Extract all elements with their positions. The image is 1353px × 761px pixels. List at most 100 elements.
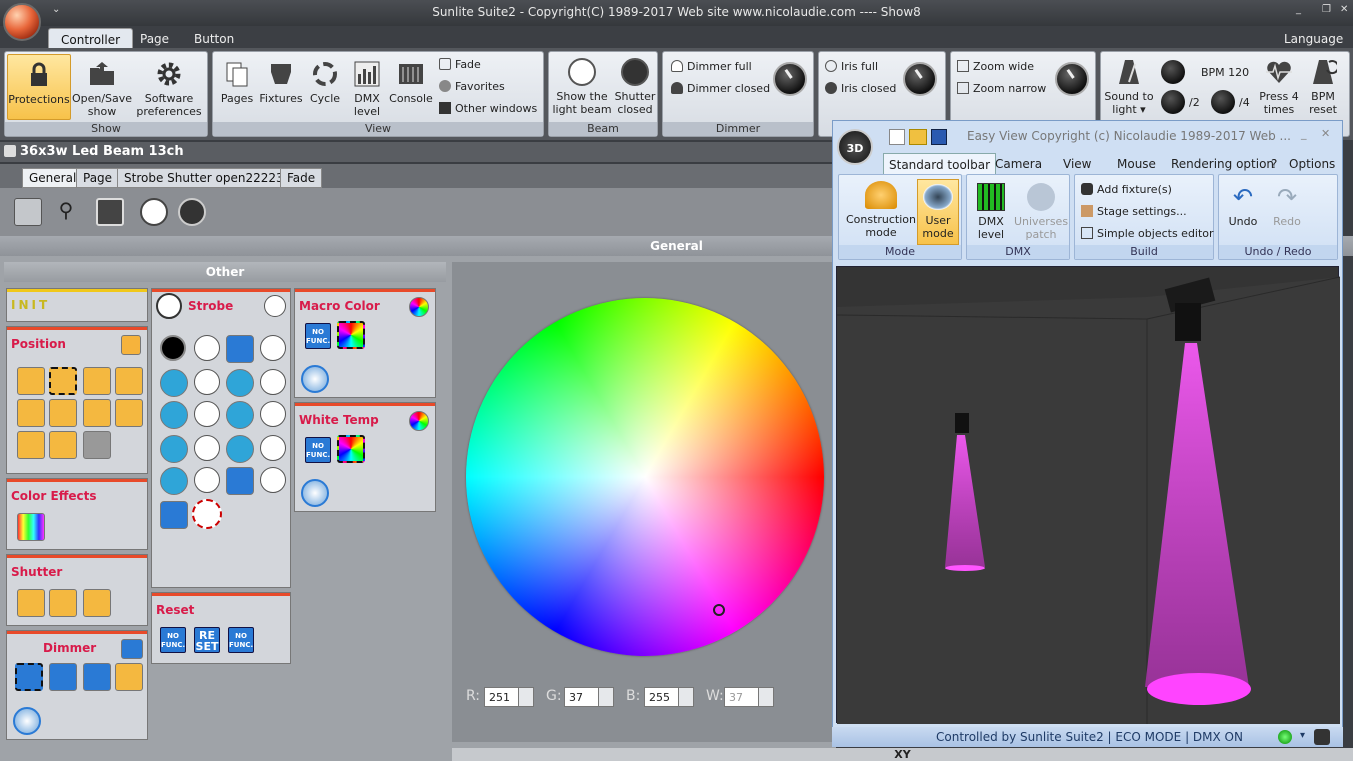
strobe-selected-open-button[interactable]: [192, 499, 222, 529]
subtab-page[interactable]: Page: [76, 168, 120, 188]
spiral-movement-button[interactable]: [17, 399, 45, 427]
open-folder-icon[interactable]: [909, 129, 927, 145]
macro-color-dial[interactable]: [301, 365, 329, 393]
strobe-lightning-button-3[interactable]: [160, 501, 188, 529]
ev-tab-rendering[interactable]: Rendering option: [1171, 157, 1274, 171]
strobe-open-button-10[interactable]: [260, 467, 286, 493]
layout-icon[interactable]: [96, 198, 124, 226]
b-spinner[interactable]: [678, 687, 694, 707]
white-temp-color-icon[interactable]: [409, 411, 429, 431]
ev-close-icon[interactable]: ✕: [1321, 127, 1330, 140]
strobe-cycle-button-3[interactable]: [160, 401, 188, 429]
strobe-open-button-8[interactable]: [260, 435, 286, 461]
redo-button[interactable]: ↷ Redo: [1267, 183, 1307, 228]
status-arrow-icon[interactable]: ▾: [1300, 730, 1305, 741]
home-movement-button[interactable]: [49, 367, 77, 395]
3d-viewport[interactable]: [836, 266, 1341, 724]
iris-full-button[interactable]: Iris full: [825, 60, 878, 73]
restore-icon[interactable]: ❐: [1322, 4, 1331, 15]
bpm-reset-button[interactable]: BPM reset: [1301, 58, 1345, 116]
strobe-open-button-1[interactable]: [194, 335, 220, 361]
software-preferences-button[interactable]: Software preferences ▾: [133, 60, 205, 131]
position-pad-icon[interactable]: [121, 335, 141, 355]
screen-icon[interactable]: [14, 198, 42, 226]
user-mode-button[interactable]: User mode: [917, 179, 959, 245]
init-title[interactable]: INIT: [11, 298, 50, 312]
strobe-cycle-button-5[interactable]: [160, 435, 188, 463]
easy-view-orb[interactable]: 3D: [837, 129, 873, 165]
undo-button[interactable]: ↶ Undo: [1223, 183, 1263, 228]
quick-access-icon[interactable]: ⌄: [52, 4, 60, 15]
strobe-cycle-button-1[interactable]: [160, 369, 188, 397]
dimmer-full-button[interactable]: Dimmer full: [671, 60, 752, 73]
tab-controller[interactable]: Controller: [48, 28, 134, 48]
color-wheel-cursor[interactable]: [713, 604, 725, 616]
construction-mode-button[interactable]: Construction mode: [843, 181, 919, 239]
app-orb-button[interactable]: [3, 3, 41, 41]
language-menu[interactable]: Language ▾: [1272, 28, 1353, 60]
color-wheel[interactable]: [466, 298, 824, 656]
strobe-cycle-button-6[interactable]: [226, 435, 254, 463]
eight-movement-button[interactable]: [49, 399, 77, 427]
subtab-general[interactable]: General: [22, 168, 84, 188]
strobe-open-button-6[interactable]: [260, 401, 286, 427]
dimmer-preset-4[interactable]: [115, 663, 143, 691]
dimmer-light-icon[interactable]: [121, 639, 143, 659]
reset-nofunc-button-1[interactable]: NO FUNC.: [160, 627, 186, 653]
color-icon[interactable]: [409, 297, 429, 317]
macro-color-button[interactable]: [337, 321, 365, 349]
strobe-open-button-9[interactable]: [194, 467, 220, 493]
simple-objects-button[interactable]: Simple objects editor: [1081, 227, 1214, 240]
status-fixture-icon[interactable]: [1314, 729, 1330, 745]
cycle-button[interactable]: Cycle: [305, 60, 345, 105]
rainbow-effect-button[interactable]: [17, 513, 45, 541]
ev-dmx-level-button[interactable]: DMX level: [969, 183, 1013, 241]
ev-tab-mouse[interactable]: Mouse: [1117, 157, 1156, 171]
strobe-cycle-button-2[interactable]: [226, 369, 254, 397]
ev-tab-options[interactable]: Options: [1289, 157, 1335, 171]
reset-nofunc-button-2[interactable]: NO FUNC.: [228, 627, 254, 653]
strobe-open-button-3[interactable]: [194, 369, 220, 395]
strobe-open-button-5[interactable]: [194, 401, 220, 427]
ev-tab-camera[interactable]: Camera: [995, 157, 1042, 171]
stage-settings-button[interactable]: Stage settings...: [1081, 205, 1187, 218]
reset-button[interactable]: RE SET: [194, 627, 220, 653]
rings-movement-button[interactable]: [83, 367, 111, 395]
black-circle-button[interactable]: [178, 198, 206, 226]
white-circle-button[interactable]: [140, 198, 168, 226]
show-light-beam-button[interactable]: Show the light beam: [551, 58, 613, 116]
sound-to-light-button[interactable]: Sound to light ▾: [1103, 58, 1155, 116]
ev-tab-view[interactable]: View: [1063, 157, 1091, 171]
bpm-div2-button[interactable]: [1161, 90, 1185, 114]
strobe-lightning-button-2[interactable]: [226, 467, 254, 495]
iris-closed-button[interactable]: Iris closed: [825, 82, 896, 95]
double-horizontal-button[interactable]: [115, 399, 143, 427]
strobe-white-toggle[interactable]: [264, 295, 286, 317]
universes-patch-button[interactable]: Universes patch: [1013, 183, 1069, 241]
open-save-show-button[interactable]: Open/Save show: [71, 60, 133, 118]
dimmer-preset-2[interactable]: [49, 663, 77, 691]
strobe-open-button-2[interactable]: [260, 335, 286, 361]
wave-movement-button[interactable]: [115, 367, 143, 395]
strobe-open-button-7[interactable]: [194, 435, 220, 461]
dmx-level-button[interactable]: DMX level: [347, 60, 387, 118]
protections-button[interactable]: Protections: [7, 54, 71, 120]
zoom-knob[interactable]: [1055, 62, 1089, 96]
dimmer-dial[interactable]: [13, 707, 41, 735]
w-spinner[interactable]: [758, 687, 774, 707]
strobe-lightning-button-1[interactable]: [226, 335, 254, 363]
iris-knob[interactable]: [903, 62, 937, 96]
shutter-preset-2[interactable]: [49, 589, 77, 617]
add-fixture-button[interactable]: Add fixture(s): [1081, 183, 1172, 196]
subtab-strobe-shutter[interactable]: Strobe Shutter open222232: [117, 168, 299, 188]
save-icon[interactable]: [931, 129, 947, 145]
shutter-preset-1[interactable]: [17, 589, 45, 617]
ev-minimize-icon[interactable]: _: [1301, 127, 1307, 140]
vertical-movement-button[interactable]: [17, 431, 45, 459]
strobe-cycle-button-4[interactable]: [226, 401, 254, 429]
strobe-cycle-button-7[interactable]: [160, 467, 188, 495]
bpm-div4-button[interactable]: [1211, 90, 1235, 114]
shutter-closed-button[interactable]: Shutter closed: [613, 58, 657, 116]
close-icon[interactable]: ✕: [1340, 4, 1348, 15]
ev-tab-help[interactable]: ?: [1271, 157, 1277, 171]
